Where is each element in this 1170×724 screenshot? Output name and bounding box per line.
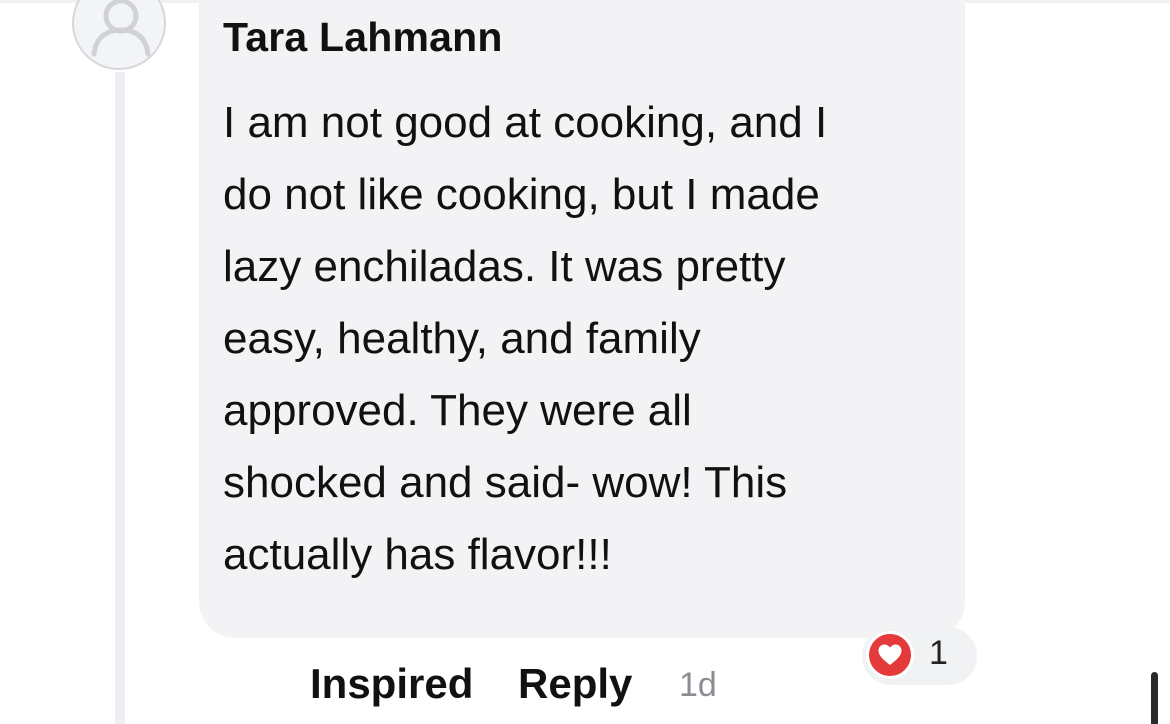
comment-line: I am not good at cooking, and I	[223, 98, 828, 147]
comment-line: actually has flavor!!!	[223, 530, 612, 579]
comment-line: easy, healthy, and family	[223, 314, 701, 363]
avatar[interactable]	[72, 0, 166, 70]
comment-timestamp[interactable]: 1d	[679, 666, 717, 705]
reaction-count: 1	[929, 634, 948, 672]
comment-body: I am not good at cooking, and I do not l…	[223, 87, 943, 591]
thread-connector-line	[115, 72, 125, 724]
comment-line: do not like cooking, but I made	[223, 170, 820, 219]
comment-thread: Tara Lahmann I am not good at cooking, a…	[0, 0, 1170, 724]
comment-line: lazy enchiladas. It was pretty	[223, 242, 786, 291]
inspired-button[interactable]: Inspired	[310, 660, 473, 708]
scrollbar-thumb[interactable]	[1151, 672, 1158, 724]
reply-button[interactable]: Reply	[518, 660, 632, 708]
comment-line: approved. They were all	[223, 386, 692, 435]
heart-icon	[878, 644, 902, 665]
default-user-icon	[91, 0, 151, 57]
comment-line: shocked and said- wow! This	[223, 458, 788, 507]
heart-reaction-badge[interactable]	[866, 631, 914, 679]
comment-author[interactable]: Tara Lahmann	[223, 14, 503, 61]
